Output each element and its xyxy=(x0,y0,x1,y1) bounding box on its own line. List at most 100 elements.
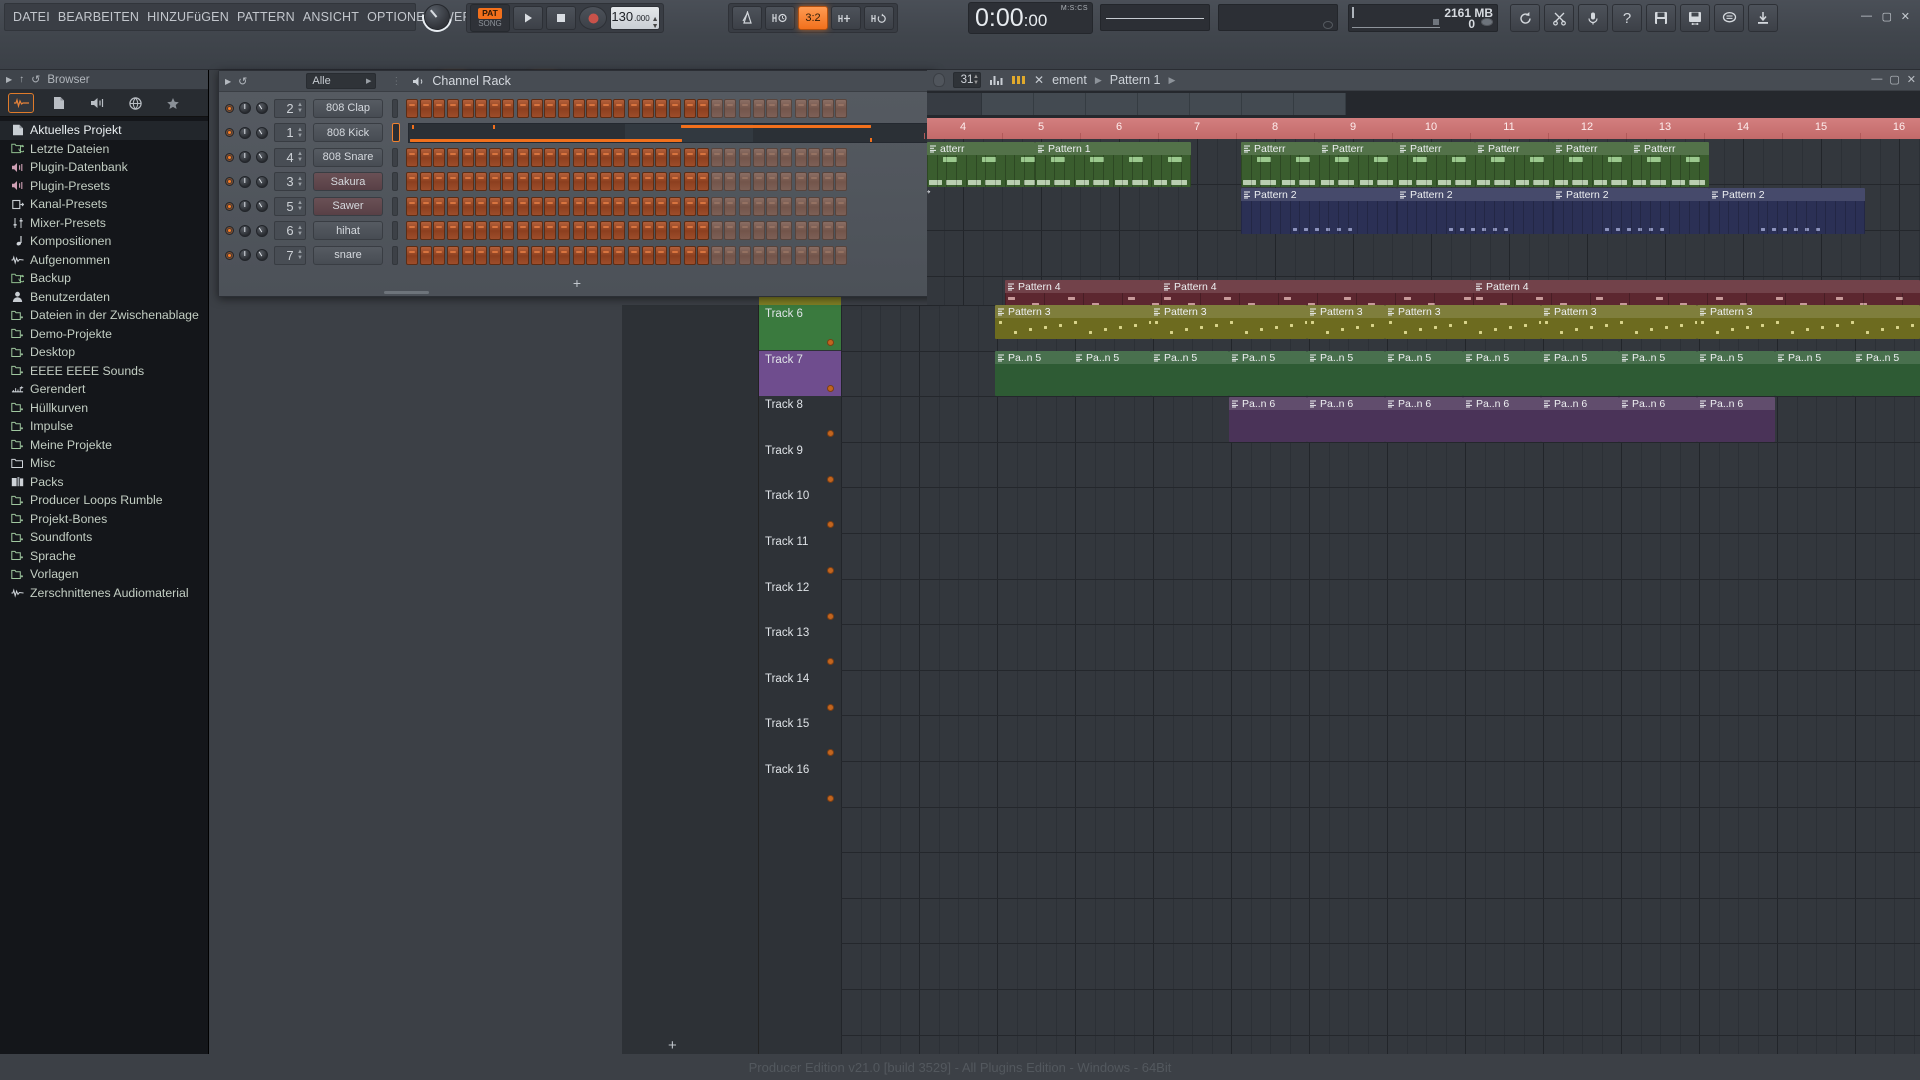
step-button[interactable] xyxy=(433,221,445,241)
channel-volume-knob[interactable] xyxy=(239,224,251,237)
clip-menu-icon[interactable] xyxy=(1465,354,1473,362)
step-button[interactable] xyxy=(599,245,612,265)
step-button[interactable] xyxy=(461,98,474,118)
step-button[interactable] xyxy=(544,196,556,216)
playlist-titlebar[interactable]: 31 ▲ ▼ ✕ ement ▶ Pattern 1 ▶ — ▢ ✕ xyxy=(927,70,1920,91)
playlist-close-button[interactable]: ✕ xyxy=(1907,73,1916,86)
playlist-clip[interactable]: Pa..n 5 xyxy=(1775,351,1853,396)
playlist-track-header[interactable]: Track 13 xyxy=(759,624,841,670)
clip-menu-icon[interactable] xyxy=(1555,191,1563,199)
browser-up-icon[interactable]: ↑ xyxy=(19,74,24,85)
step-button[interactable] xyxy=(613,172,625,192)
playlist-track-header[interactable]: Track 9 xyxy=(759,441,841,487)
channel-name-button[interactable]: 808 Clap xyxy=(313,98,383,118)
channel-volume-knob[interactable] xyxy=(239,151,251,164)
step-button[interactable] xyxy=(572,245,585,265)
clip-menu-icon[interactable] xyxy=(1163,283,1171,291)
tab-files[interactable] xyxy=(46,93,72,113)
channel-mixer-track[interactable]: 5 ▲ ▼ xyxy=(274,196,306,216)
playlist-clip[interactable]: Pattern 3 xyxy=(1697,305,1920,339)
channel-name-button[interactable]: Sawer xyxy=(313,196,383,216)
step-button[interactable] xyxy=(808,221,820,241)
step-button[interactable] xyxy=(724,196,736,216)
step-button[interactable] xyxy=(557,196,570,216)
stop-button[interactable] xyxy=(546,6,576,30)
track-record-dot[interactable] xyxy=(827,521,834,529)
step-button[interactable] xyxy=(808,147,820,167)
step-button[interactable] xyxy=(739,147,751,167)
browser-item-demo-projekte[interactable]: Demo-Projekte xyxy=(0,325,208,344)
step-button[interactable] xyxy=(821,196,834,216)
step-button[interactable] xyxy=(821,245,834,265)
step-button[interactable] xyxy=(668,196,681,216)
clip-menu-icon[interactable] xyxy=(997,308,1005,316)
playlist-track-header[interactable]: Track 11 xyxy=(759,533,841,578)
playlist-grid-upper[interactable]: ↔ atterr Pattern 1 Patterr Patterr Patterr Pa… xyxy=(927,139,1920,305)
step-button[interactable] xyxy=(419,172,432,192)
loop-record-icon[interactable] xyxy=(864,6,894,30)
step-button[interactable] xyxy=(433,245,445,265)
step-button[interactable] xyxy=(613,221,625,241)
clip-menu-icon[interactable] xyxy=(1309,400,1317,408)
step-button[interactable] xyxy=(739,196,751,216)
menu-datei[interactable]: DATEI xyxy=(9,10,54,24)
step-button[interactable] xyxy=(655,245,667,265)
step-button[interactable] xyxy=(517,196,529,216)
step-button[interactable] xyxy=(419,98,432,118)
step-button[interactable] xyxy=(724,147,736,167)
channel-mute-led[interactable] xyxy=(225,103,234,113)
step-button[interactable] xyxy=(406,147,418,167)
step-button[interactable] xyxy=(794,245,807,265)
playlist-clip[interactable]: Pattern 1 xyxy=(1035,142,1191,187)
window-maximize-button[interactable]: ▢ xyxy=(1882,10,1892,23)
step-button[interactable] xyxy=(683,98,696,118)
playlist-clip[interactable]: Pattern 2 xyxy=(1709,188,1865,234)
clip-menu-icon[interactable] xyxy=(1399,145,1407,153)
playlist-maximize-button[interactable]: ▢ xyxy=(1889,73,1899,86)
clip-menu-icon[interactable] xyxy=(1007,283,1015,291)
step-button[interactable] xyxy=(586,98,598,118)
step-button[interactable] xyxy=(724,245,736,265)
step-button[interactable] xyxy=(461,196,474,216)
step-button[interactable] xyxy=(766,196,778,216)
step-button[interactable] xyxy=(599,98,612,118)
track-record-dot[interactable] xyxy=(827,339,834,346)
browser-forward-icon[interactable]: ▶ xyxy=(6,75,12,84)
step-button[interactable] xyxy=(488,172,501,192)
step-button[interactable] xyxy=(446,172,459,192)
export-icon[interactable] xyxy=(1748,4,1778,32)
channel-name-button[interactable]: snare xyxy=(313,245,383,265)
step-button[interactable] xyxy=(572,147,585,167)
step-button[interactable] xyxy=(502,221,514,241)
step-button[interactable] xyxy=(752,147,765,167)
channel-mixer-track[interactable]: 7 ▲ ▼ xyxy=(274,245,306,265)
step-button[interactable] xyxy=(641,98,654,118)
channel-piano-roll-preview[interactable] xyxy=(408,122,929,143)
step-button[interactable] xyxy=(794,172,807,192)
channel-pan-knob[interactable] xyxy=(256,200,268,213)
browser-item-projekt-bones[interactable]: Projekt-Bones xyxy=(0,510,208,529)
undo-history-icon[interactable] xyxy=(1510,4,1540,32)
master-volume-knob[interactable] xyxy=(416,0,458,38)
step-button[interactable] xyxy=(821,172,834,192)
channel-select-strip[interactable] xyxy=(392,245,398,265)
clip-menu-icon[interactable] xyxy=(1153,308,1161,316)
step-button[interactable] xyxy=(835,245,847,265)
browser-item-dateien-in-der-zwischenablage[interactable]: Dateien in der Zwischenablage xyxy=(0,306,208,325)
step-button[interactable] xyxy=(710,98,723,118)
playlist-clip[interactable]: Pa..n 5 xyxy=(995,351,1073,396)
channel-select-strip[interactable] xyxy=(392,196,398,216)
playlist-track-header[interactable]: Track 16 xyxy=(759,761,841,806)
step-button[interactable] xyxy=(697,172,709,192)
step-button[interactable] xyxy=(613,147,625,167)
step-button[interactable] xyxy=(572,172,585,192)
playlist-clip[interactable]: Pa..n 5 xyxy=(1073,351,1151,396)
step-button[interactable] xyxy=(419,196,432,216)
playlist-clip[interactable]: Pa..n 6 xyxy=(1541,397,1619,442)
clip-menu-icon[interactable] xyxy=(997,354,1005,362)
clip-menu-icon[interactable] xyxy=(1309,308,1317,316)
step-button[interactable] xyxy=(710,147,723,167)
playlist-ruler[interactable]: 4 5 6 7 8 9 10 11 12 13 14 15 16 xyxy=(924,91,1920,139)
browser-item-backup[interactable]: Backup xyxy=(0,269,208,288)
channel-volume-knob[interactable] xyxy=(239,102,251,115)
